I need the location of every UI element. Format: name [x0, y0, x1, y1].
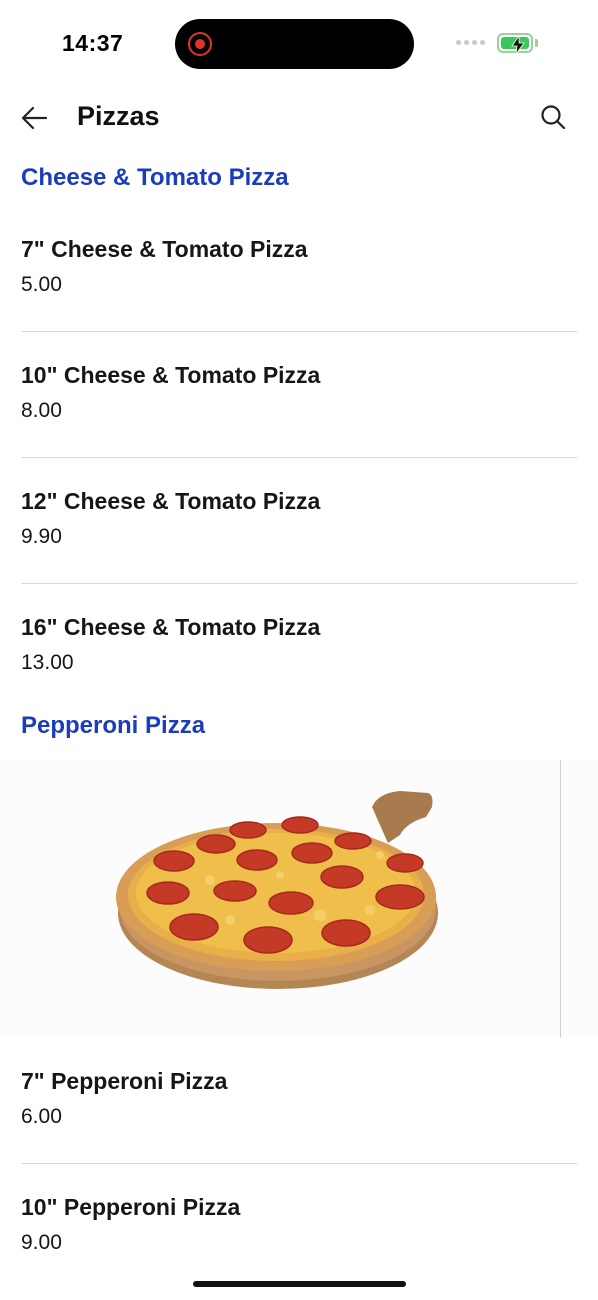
list-item[interactable]: 10" Pepperoni Pizza 9.00: [21, 1164, 577, 1290]
arrow-left-icon: [21, 106, 48, 130]
page-title: Pizzas: [77, 101, 160, 131]
battery-charging-icon: [497, 33, 533, 55]
status-bar: 14:37: [0, 0, 598, 88]
section-heading-cheese-tomato: Cheese & Tomato Pizza: [21, 164, 289, 191]
list-item[interactable]: 7" Pepperoni Pizza 6.00: [21, 1038, 577, 1164]
home-indicator[interactable]: [193, 1281, 406, 1287]
pepperoni-pizza-image: [0, 760, 598, 1038]
menu-list: Cheese & Tomato Pizza 7" Cheese & Tomato…: [0, 150, 598, 1290]
list-item[interactable]: 7" Cheese & Tomato Pizza 5.00: [21, 206, 577, 332]
section-heading-pepperoni: Pepperoni Pizza: [21, 712, 206, 739]
image-divider: [560, 760, 561, 1038]
recording-icon: [188, 32, 212, 56]
dynamic-island: [175, 19, 414, 69]
item-name: 10" Cheese & Tomato Pizza: [21, 362, 321, 388]
search-button[interactable]: [537, 101, 569, 133]
pizza-image: [116, 791, 438, 989]
item-name: 12" Cheese & Tomato Pizza: [21, 488, 321, 514]
app-bar: Pizzas: [0, 88, 598, 148]
status-time: 14:37: [62, 30, 124, 56]
item-name: 7" Pepperoni Pizza: [21, 1068, 228, 1094]
item-name: 7" Cheese & Tomato Pizza: [21, 236, 308, 262]
list-item[interactable]: 16" Cheese & Tomato Pizza 13.00: [21, 584, 577, 696]
item-price: 9.00: [21, 1231, 62, 1254]
screen: 14:37 Pizzas Cheese & Tomato Pizza 7" Ch…: [0, 0, 598, 1300]
list-item[interactable]: 10" Cheese & Tomato Pizza 8.00: [21, 332, 577, 458]
back-button[interactable]: [18, 101, 52, 135]
list-item[interactable]: 12" Cheese & Tomato Pizza 9.90: [21, 458, 577, 584]
signal-icon: [456, 40, 485, 45]
item-name: 10" Pepperoni Pizza: [21, 1194, 241, 1220]
item-name: 16" Cheese & Tomato Pizza: [21, 614, 321, 640]
item-price: 13.00: [21, 651, 74, 674]
item-price: 5.00: [21, 273, 62, 296]
item-price: 6.00: [21, 1105, 62, 1128]
item-price: 8.00: [21, 399, 62, 422]
item-price: 9.90: [21, 525, 62, 548]
search-icon: [541, 105, 566, 130]
battery-cap: [535, 39, 538, 47]
